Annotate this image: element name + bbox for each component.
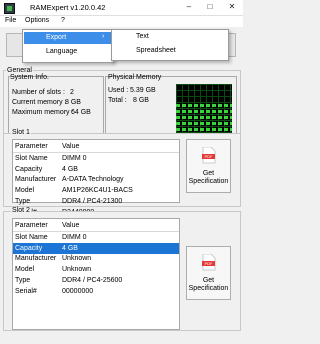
param-name: Type <box>15 198 31 206</box>
minimize-button[interactable]: – <box>182 2 196 11</box>
param-value: 00000000 <box>62 287 94 295</box>
menu-options[interactable]: Options <box>25 17 49 24</box>
param-name: Model <box>15 187 35 195</box>
table-row[interactable]: Manufacturer Unknown <box>13 254 179 265</box>
slot2-header-value[interactable]: Value <box>60 219 179 232</box>
options-menu: Export › Language <box>22 29 114 63</box>
slot2-table[interactable]: Parameter Value Slot Name DIMM 0 Capacity… <box>12 218 180 330</box>
param-value: Unknown <box>62 266 92 274</box>
param-value: DIMM 0 <box>62 233 87 241</box>
menu-item-export-label: Export <box>46 34 67 41</box>
system-info-label: System Info. <box>10 74 49 81</box>
slot2-header-parameter[interactable]: Parameter <box>13 219 60 232</box>
table-row[interactable]: Model Unknown <box>13 264 179 275</box>
current-memory-label: Current memory : <box>12 99 67 106</box>
menu-item-export[interactable]: Export › <box>24 32 112 44</box>
param-value: AM1P26KC4U1-BACS <box>62 187 133 195</box>
table-row-selected[interactable]: Capacity 4 GB <box>13 242 179 254</box>
physical-memory-label: Physical Memory <box>108 74 162 81</box>
param-name: Capacity <box>15 165 43 173</box>
total-memory-value: 8 GB <box>133 97 149 104</box>
chevron-right-icon: › <box>102 33 105 40</box>
slot2-label: Slot 2 <box>11 207 31 214</box>
submenu-item-text[interactable]: Text <box>136 33 149 40</box>
param-value: 4 GB <box>62 165 78 173</box>
table-row[interactable]: Capacity 4 GB <box>13 164 179 175</box>
param-name: Slot Name <box>15 233 48 241</box>
slot2-get-specification-button[interactable]: PDF Get Specification <box>186 246 231 300</box>
param-name: Manufacturer <box>15 255 57 263</box>
param-name: Type <box>15 277 31 285</box>
slots-count-value: 2 <box>70 89 74 96</box>
param-name: Slot Name <box>15 154 48 162</box>
table-row[interactable]: Model AM1P26KC4U1-BACS <box>13 185 179 196</box>
table-row[interactable]: Serial# 00000000 <box>13 286 179 297</box>
window-title: RAMExpert v1.20.0.42 <box>30 3 106 12</box>
param-name: Model <box>15 266 35 274</box>
title-bar: RAMExpert v1.20.0.42 – □ ✕ <box>0 0 243 16</box>
slot1-button-line2: Specification <box>188 178 229 185</box>
table-row[interactable]: Type DDR4 / PC4-21300 <box>13 196 179 207</box>
max-memory-label: Maximum memory : <box>12 109 74 116</box>
table-row[interactable]: Slot Name DIMM 0 <box>13 232 179 243</box>
slot1-table[interactable]: Parameter Value Slot Name DIMM 0 Capacity… <box>12 139 180 216</box>
slot1-label: Slot 1 <box>11 129 31 136</box>
current-memory-value: 8 GB <box>65 99 81 106</box>
param-value: DDR4 / PC4-25600 <box>62 277 123 285</box>
slot1-button-line1: Get <box>202 170 215 177</box>
used-memory-label: Used : <box>108 87 129 94</box>
submenu-item-spreadsheet[interactable]: Spreadsheet <box>136 47 176 54</box>
table-row[interactable]: Manufacturer A-DATA Technology <box>13 175 179 186</box>
max-memory-value: 64 GB <box>71 109 91 116</box>
table-row[interactable]: Type DDR4 / PC4-25600 <box>13 275 179 286</box>
used-memory-value: 5.39 GB <box>130 87 156 94</box>
param-value: A-DATA Technology <box>62 176 124 184</box>
menu-help[interactable]: ? <box>61 17 65 24</box>
menu-file[interactable]: File <box>5 17 16 24</box>
menu-bar: File Options ? <box>0 16 243 27</box>
menu-item-language-label: Language <box>46 48 78 55</box>
param-name: Capacity <box>13 242 60 254</box>
slot1-header-value[interactable]: Value <box>60 140 179 153</box>
pdf-icon: PDF <box>202 147 216 164</box>
table-row[interactable]: Slot Name DIMM 0 <box>13 153 179 164</box>
general-group-label: General <box>6 67 33 74</box>
close-button[interactable]: ✕ <box>225 2 239 11</box>
slot1-get-specification-button[interactable]: PDF Get Specification <box>186 139 231 193</box>
param-name: Manufacturer <box>15 176 57 184</box>
pdf-icon: PDF <box>202 254 216 271</box>
param-value: 4 GB <box>60 242 179 254</box>
slot1-header-parameter[interactable]: Parameter <box>13 140 60 153</box>
svg-text:PDF: PDF <box>205 154 214 159</box>
app-icon <box>4 3 15 14</box>
slots-count-label: Number of slots : <box>12 89 65 96</box>
param-value: DIMM 0 <box>62 154 87 162</box>
param-name: Serial# <box>15 287 37 295</box>
slot2-button-line2: Specification <box>188 285 229 292</box>
menu-item-language[interactable]: Language <box>24 46 112 58</box>
param-value: DDR4 / PC4-21300 <box>62 198 123 206</box>
param-value: Unknown <box>62 255 92 263</box>
svg-text:PDF: PDF <box>205 261 214 266</box>
slot2-button-line1: Get <box>202 277 215 284</box>
total-memory-label: Total : <box>108 97 127 104</box>
maximize-button[interactable]: □ <box>203 2 217 11</box>
export-submenu: Text Spreadsheet <box>111 29 229 61</box>
